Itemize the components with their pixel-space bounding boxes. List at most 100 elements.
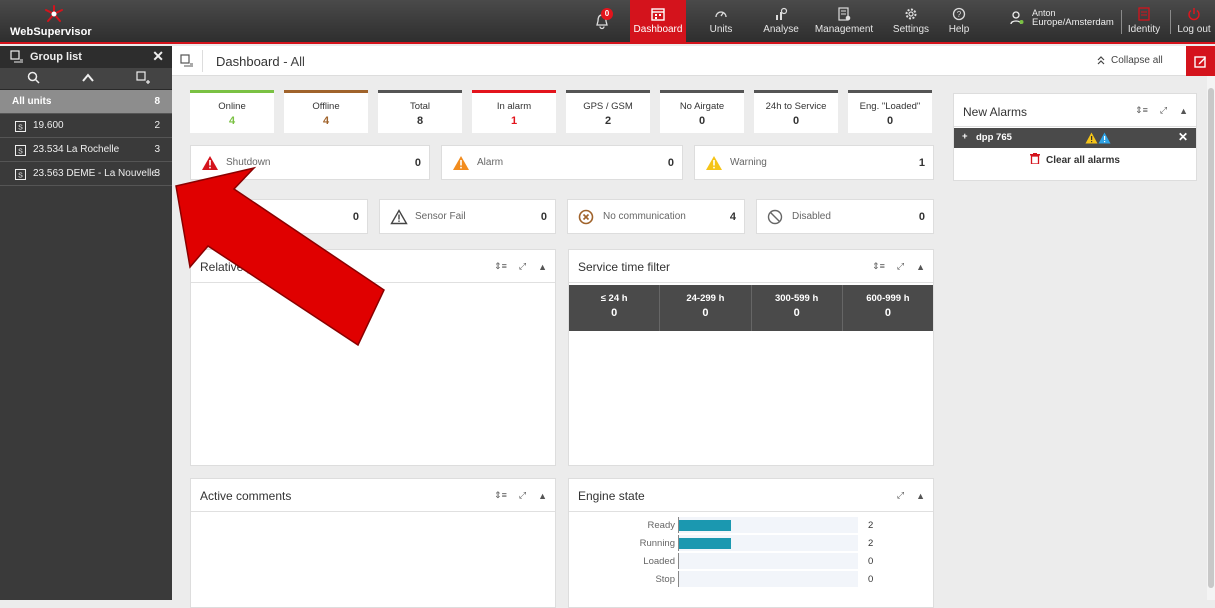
service-cell[interactable]: 24-299 h 0 [660, 285, 752, 331]
sidebar-item-group[interactable]: S 23.563 DEME - La Nouvelle 3 [0, 162, 172, 186]
tile-shutdown[interactable]: Shutdown 0 [190, 145, 430, 180]
add-group-button[interactable] [136, 71, 150, 85]
nav-analyse[interactable]: Analyse [756, 0, 806, 44]
nav-settings[interactable]: Settings [886, 0, 936, 44]
logo[interactable]: WebSupervisor [10, 4, 130, 40]
tile-hidden-status[interactable]: 0 [190, 199, 368, 234]
tile-disabled[interactable]: Disabled 0 [756, 199, 934, 234]
sort-icon[interactable]: ⇕≡ [1135, 105, 1148, 116]
engine-state-row[interactable]: Stop 0 [569, 571, 933, 589]
sort-icon[interactable]: ⇕≡ [494, 490, 507, 501]
panel-title: Active comments [200, 489, 292, 503]
nav-units-label: Units [709, 24, 733, 35]
tile-label: Warning [730, 157, 767, 168]
nav-help-label: Help [948, 24, 970, 35]
stat-total[interactable]: Total 8 [378, 90, 462, 133]
nav-units[interactable]: Units [698, 0, 744, 44]
relative-position-panel: Relative po ⇕≡ ⤢ ▲ [190, 249, 556, 466]
close-sidebar-button[interactable]: ✕ [152, 49, 164, 63]
search-button[interactable] [27, 71, 40, 84]
sidebar-item-group[interactable]: S 23.534 La Rochelle 3 [0, 138, 172, 162]
expand-icon[interactable]: ⤢ [519, 261, 526, 272]
service-cell-value: 0 [611, 307, 618, 319]
panel-title: Engine state [578, 489, 645, 503]
logout-button[interactable]: Log out [1174, 0, 1214, 44]
no-communication-icon [578, 209, 594, 225]
collapse-all-button[interactable]: Collapse all [1097, 55, 1163, 66]
engine-state-row[interactable]: Ready 2 [569, 517, 933, 535]
tile-alarm[interactable]: Alarm 0 [441, 145, 683, 180]
vertical-scrollbar[interactable] [1207, 76, 1215, 600]
engine-state-row[interactable]: Running 2 [569, 535, 933, 553]
sidebar-item-group[interactable]: S 19.600 2 [0, 114, 172, 138]
tile-value: 0 [540, 211, 547, 223]
dismiss-alarm-button[interactable]: ✕ [1178, 130, 1188, 144]
sort-icon[interactable]: ⇕≡ [872, 261, 885, 272]
service-cell[interactable]: 600-999 h 0 [843, 285, 933, 331]
engine-state-value: 0 [868, 574, 874, 585]
service-cell[interactable]: ≤ 24 h 0 [569, 285, 661, 331]
service-cell-label: 24-299 h [686, 293, 725, 304]
collapse-panel-icon[interactable]: ▲ [538, 262, 547, 272]
stat-in-alarm[interactable]: In alarm 1 [472, 90, 556, 133]
power-icon [1188, 8, 1200, 21]
stat-label: 24h to Service [765, 101, 827, 112]
service-cell-label: 600-999 h [866, 293, 910, 304]
collapse-all-label: Collapse all [1111, 55, 1163, 66]
sidebar-item-count: 3 [154, 144, 160, 155]
collapse-panel-icon[interactable]: ▲ [1179, 106, 1188, 116]
expand-icon[interactable]: ⤢ [519, 490, 526, 501]
nav-management[interactable]: Management [814, 0, 874, 44]
chevron-up-icon [82, 73, 94, 82]
clear-all-alarms-button[interactable]: Clear all alarms [954, 150, 1196, 172]
stat-no-airgate[interactable]: No Airgate 0 [660, 90, 744, 133]
dashboard-icon [651, 8, 665, 21]
expand-icon[interactable]: ⤢ [897, 490, 904, 501]
nav-analyse-label: Analyse [763, 24, 799, 35]
group-toggle-icon[interactable] [180, 54, 194, 67]
collapse-panel-icon[interactable]: ▲ [916, 262, 925, 272]
nav-dashboard[interactable]: Dashboard [630, 0, 686, 44]
collapse-panel-icon[interactable]: ▲ [916, 491, 925, 501]
service-cell[interactable]: 300-599 h 0 [752, 285, 843, 331]
tile-sensor-fail[interactable]: Sensor Fail 0 [379, 199, 556, 234]
warning-icon [706, 156, 722, 170]
scrollbar-thumb[interactable] [1208, 88, 1214, 588]
sidebar-item-count: 3 [154, 168, 160, 179]
notifications-button[interactable]: 0 [588, 6, 622, 38]
sidebar-item-label: 19.600 [33, 120, 64, 131]
group-list-icon [10, 50, 23, 63]
expand-icon[interactable]: ⤢ [1160, 105, 1167, 116]
sidebar-item-all-units[interactable]: All units 8 [0, 90, 172, 114]
engine-state-row[interactable]: Loaded 0 [569, 553, 933, 571]
stat-engine-loaded[interactable]: Eng. "Loaded" 0 [848, 90, 932, 133]
collapse-panel-icon[interactable]: ▲ [538, 491, 547, 501]
expand-icon[interactable]: ⤢ [897, 261, 904, 272]
active-comments-panel: Active comments ⇕≡ ⤢ ▲ [190, 478, 556, 608]
group-list-header: Group list ✕ [0, 46, 172, 68]
expand-alarm-button[interactable]: + [962, 131, 968, 142]
stat-offline[interactable]: Offline 4 [284, 90, 368, 133]
page-title-main: Dashboard [216, 54, 280, 69]
user-timezone: Europe/Amsterdam [1032, 17, 1114, 28]
divider [202, 50, 203, 72]
sort-icon[interactable]: ⇕≡ [494, 261, 507, 272]
edit-dashboard-button[interactable] [1186, 46, 1215, 76]
stat-gps-gsm[interactable]: GPS / GSM 2 [566, 90, 650, 133]
tile-warning[interactable]: Warning 1 [694, 145, 934, 180]
sidebar-item-label: 23.534 La Rochelle [33, 144, 120, 155]
tile-label: Shutdown [226, 157, 271, 168]
nav-help[interactable]: ? Help [944, 0, 974, 44]
help-icon: ? [952, 7, 966, 21]
svg-text:S: S [18, 149, 23, 156]
new-alarm-item[interactable]: + dpp 765 ✕ [954, 128, 1196, 148]
stat-24h-to-service[interactable]: 24h to Service 0 [754, 90, 838, 133]
collapse-groups-button[interactable] [82, 73, 94, 82]
group-list-toolbar [0, 68, 172, 90]
panel-header: Active comments ⇕≡ ⤢ ▲ [191, 479, 555, 512]
stat-value: 1 [510, 115, 518, 127]
identity-button[interactable]: Identity [1124, 0, 1164, 44]
stat-online[interactable]: Online 4 [190, 90, 274, 133]
tile-no-communication[interactable]: No communication 4 [567, 199, 745, 234]
engine-state-label: Stop [655, 574, 675, 585]
